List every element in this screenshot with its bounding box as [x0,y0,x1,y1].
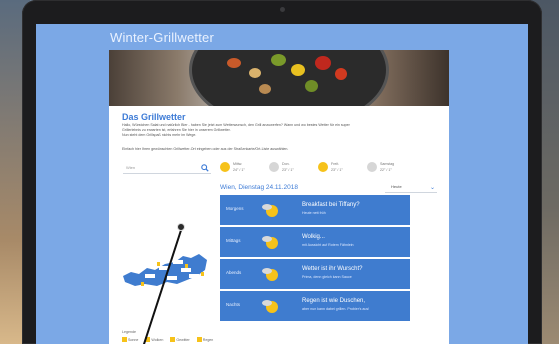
day-label: Don. [282,162,290,166]
page-title: Das Grillwetter [122,112,186,122]
forecast-row-evening[interactable]: Abends Wetter ist ihr Wurscht? Prima, de… [220,259,410,289]
forecast-subtitle: Prima, denn gleich kann Sauce [302,275,352,279]
forecast-title: Wetter ist ihr Wurscht? [302,266,363,272]
laptop-frame: Winter-Grillwetter Das Grillwetter Hallo… [22,0,542,344]
austria-map[interactable] [121,250,209,294]
sun-cloud-icon [262,300,278,313]
legend-item: Gewitter [170,337,190,342]
intro-line: Nun steht dem Grillspaß nichts mehr im W… [122,133,197,137]
temp-label: 23° / 1° [331,168,343,172]
hero-image [109,50,449,106]
legend-item: Sonne [122,337,138,342]
food-item [227,58,241,68]
intro-text: Hallo, Würstchen Salat und natürlich Bie… [122,123,422,138]
forecast-row-noon[interactable]: Mittags Wolkig... mit Aussicht auf Rotem… [220,227,410,257]
legend-label: Sonne [128,337,139,342]
sun-flag-icon [122,337,127,342]
day-forecast-item[interactable]: Mittw. 24° / 1° [220,160,268,178]
rain-flag-icon [196,337,202,342]
date-heading: Wien, Dienstag 24.11.2018 [220,184,298,191]
legend-title: Legende [122,330,136,334]
legend-item: Regen [196,337,214,342]
legend-label: Regen [202,337,214,342]
food-item [259,84,271,94]
day-label: Freit. [331,162,340,166]
legend-label: Wolken [151,337,164,342]
food-item [315,56,331,70]
food-item [305,80,318,92]
instruction-text: Einfach hier Ihren gewünschten Grillwett… [122,147,289,151]
forecast-title: Wolkig... [302,234,325,240]
sun-cloud-icon [262,236,278,249]
grill-image [189,50,389,106]
temp-label: 24° / 1° [233,168,245,172]
day-forecast-item[interactable]: Samstag 22° / 1° [367,160,415,178]
forecast-subtitle: aber nun kann dabei grillen. Probier's a… [302,307,370,311]
search-placeholder: Wien [126,165,136,170]
sun-icon [318,162,328,172]
laptop-screen: Winter-Grillwetter Das Grillwetter Hallo… [36,24,528,344]
forecast-subtitle: mit Aussicht auf Rotem Fähnlein [302,243,354,247]
time-of-day-label: Morgens [226,206,244,211]
sun-icon [220,162,230,172]
legend-label: Gewitter [176,337,190,342]
day-forecast-item[interactable]: Don. 23° / 1° [269,160,317,178]
time-of-day-label: Nachts [226,302,241,307]
time-of-day-label: Mittags [226,238,241,243]
food-item [271,54,286,66]
search-input[interactable]: Wien [123,163,211,174]
pointer-marker [177,223,185,231]
app-title: Winter-Grillwetter [110,30,214,45]
camera-icon [280,7,285,12]
storm-flag-icon [170,337,176,342]
food-item [291,64,305,76]
sun-cloud-icon [262,204,278,217]
temp-label: 22° / 1° [380,168,392,172]
day-forecast-item[interactable]: Freit. 23° / 1° [318,160,366,178]
day-label: Mittw. [233,162,243,166]
forecast-title: Breakfast bei Tiffany? [302,202,360,208]
forecast-row-morning[interactable]: Morgens Breakfast bei Tiffany? Heute net… [220,195,410,225]
food-item [249,68,261,78]
day-select-value: Heute [391,184,402,189]
day-label: Samstag [380,162,395,166]
main-panel: Das Grillwetter Hallo, Würstchen Salat u… [109,50,449,344]
day-select[interactable]: Heute ⌄ [385,183,437,193]
forecast-title: Regen ist wie Duschen, [302,298,366,304]
legend-item: Wolken [145,337,163,342]
forecast-subtitle: Heute nett früh [302,211,326,215]
food-item [335,68,347,80]
search-icon[interactable] [201,164,209,172]
sun-cloud-icon [269,162,279,172]
forecast-row-night[interactable]: Nachts Regen ist wie Duschen, aber nun k… [220,291,410,321]
sun-cloud-icon [262,268,278,281]
legend: Sonne Wolken Gewitter Regen [122,337,213,342]
chevron-down-icon: ⌄ [429,185,435,191]
time-of-day-label: Abends [226,270,242,275]
sun-cloud-icon [367,162,377,172]
temp-label: 23° / 1° [282,168,294,172]
